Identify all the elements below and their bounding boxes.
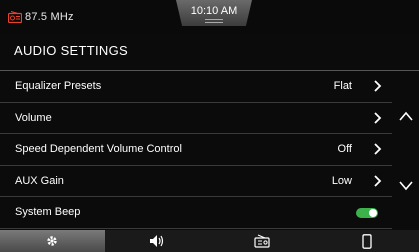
page-title: AUDIO SETTINGS — [14, 43, 128, 58]
radio-icon — [8, 11, 22, 23]
phone-icon — [361, 234, 372, 249]
settings-row-value: Off — [337, 143, 352, 155]
audio-settings-screen: 87.5 MHz 10:10 AM AUDIO SETTINGS Equaliz… — [0, 0, 419, 252]
settings-row[interactable]: Volume — [0, 103, 392, 134]
settings-row[interactable]: Equalizer Presets Flat — [0, 71, 392, 103]
settings-row-label: AUX Gain — [15, 174, 64, 187]
gear-icon — [47, 236, 58, 246]
settings-list: Equalizer Presets Flat Volume Speed Depende… — [0, 71, 392, 229]
chevron-right-icon — [374, 80, 382, 92]
radio-station[interactable]: 87.5 MHz — [25, 11, 74, 23]
settings-row-value: Flat — [333, 80, 352, 92]
chevron-right-icon — [374, 174, 382, 187]
settings-row-label: Volume — [15, 111, 52, 124]
tab-phone[interactable] — [314, 230, 419, 252]
settings-row[interactable]: AUX Gain Low — [0, 166, 392, 197]
pull-down-handle[interactable] — [205, 19, 223, 24]
tab-speaker[interactable] — [105, 230, 210, 252]
toggle-knob — [369, 209, 377, 217]
chevron-up-icon[interactable] — [398, 110, 414, 122]
tab-radio[interactable] — [210, 230, 315, 252]
settings-row-label: System Beep — [15, 206, 81, 218]
settings-row-label: Equalizer Presets — [15, 80, 102, 92]
tab-gear[interactable] — [0, 230, 105, 252]
settings-row-label: Speed Dependent Volume Control — [15, 143, 182, 155]
chevron-down-icon[interactable] — [398, 180, 414, 192]
settings-row[interactable]: System Beep — [0, 197, 392, 229]
chevron-right-icon — [374, 143, 382, 155]
speaker-icon — [150, 235, 164, 247]
status-bar: 87.5 MHz 10:10 AM — [0, 0, 419, 34]
clock: 10:10 AM — [190, 5, 238, 17]
system-beep-toggle[interactable] — [356, 208, 378, 218]
settings-row-value: Low — [331, 174, 352, 187]
chevron-right-icon — [374, 111, 382, 124]
settings-row[interactable]: Speed Dependent Volume Control Off — [0, 134, 392, 166]
bottom-tab-bar — [0, 230, 419, 252]
radio-icon — [254, 234, 270, 248]
